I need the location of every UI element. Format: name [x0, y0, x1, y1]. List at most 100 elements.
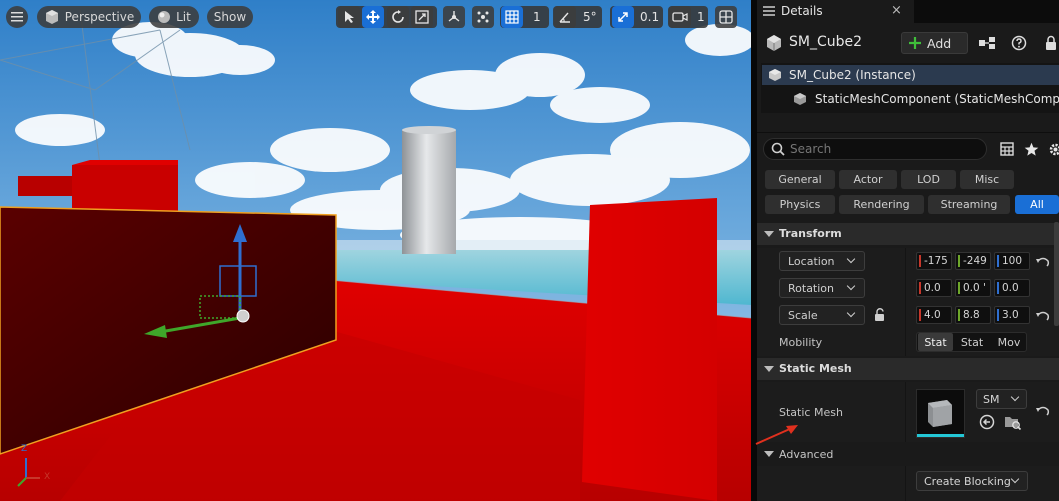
filter-all[interactable]: All	[1015, 195, 1059, 214]
scale-snap-toggle[interactable]	[612, 6, 634, 28]
filter-misc[interactable]: Misc	[960, 170, 1014, 189]
rotation-mode-dropdown[interactable]: Rotation	[779, 278, 865, 298]
level-viewport[interactable]: Z X Perspective Lit Show 1 5° 0.1 1	[0, 0, 751, 501]
filter-lod[interactable]: LOD	[901, 170, 956, 189]
lock-button[interactable]	[1039, 32, 1059, 54]
scale-tool-button[interactable]	[411, 6, 433, 28]
favorites-button[interactable]	[1019, 138, 1043, 160]
create-blocking-dropdown[interactable]: Create Blocking	[916, 471, 1028, 491]
scale-x-field[interactable]: 4.0	[916, 306, 952, 324]
location-z-field[interactable]: 100	[994, 252, 1030, 270]
static-mesh-asset-dropdown[interactable]: SM	[976, 389, 1027, 409]
lock-icon	[1046, 35, 1056, 50]
static-mesh-actor-icon	[767, 35, 781, 51]
tab-details-label: Details	[781, 4, 823, 18]
grid-snap-toggle[interactable]	[501, 6, 523, 28]
rotation-x-field[interactable]: 0.0	[916, 279, 952, 297]
browse-asset-icon[interactable]	[1004, 414, 1022, 430]
location-y-field[interactable]: -249	[955, 252, 991, 270]
chevron-down-icon	[764, 366, 774, 372]
rotation-y-field[interactable]: 0.0 '	[955, 279, 991, 297]
actor-header: SM_Cube2 Add	[757, 28, 1059, 58]
viewport-layout-button[interactable]	[715, 6, 737, 28]
scale-y-field[interactable]: 8.8	[955, 306, 991, 324]
blueprint-icon	[979, 37, 995, 49]
category-static-mesh-label: Static Mesh	[779, 362, 852, 375]
rotation-snap-value[interactable]: 5°	[583, 6, 597, 28]
camera-speed-button[interactable]	[669, 6, 691, 28]
angle-icon	[559, 12, 570, 23]
mobility-selector: Stat Stat Mov	[916, 332, 1027, 352]
scale-label: Scale	[788, 309, 818, 322]
camera-icon	[672, 12, 688, 22]
filter-physics[interactable]: Physics	[765, 195, 835, 214]
thumbnail-accent-bar	[917, 434, 964, 437]
category-static-mesh[interactable]: Static Mesh	[757, 358, 1059, 380]
camera-speed-value[interactable]: 1	[697, 6, 705, 28]
rotation-z-field[interactable]: 0.0	[994, 279, 1030, 297]
property-matrix-button[interactable]	[995, 138, 1019, 160]
reset-to-default-icon[interactable]	[1035, 309, 1051, 323]
column-splitter[interactable]	[905, 382, 906, 442]
chevron-down-icon	[1010, 392, 1020, 402]
column-splitter[interactable]	[905, 329, 906, 356]
unlock-icon[interactable]	[873, 308, 887, 322]
location-x-field[interactable]: -175	[916, 252, 952, 270]
column-splitter[interactable]	[905, 466, 906, 501]
static-mesh-thumbnail[interactable]	[916, 389, 965, 438]
component-label: SM_Cube2 (Instance)	[789, 68, 916, 82]
settings-button[interactable]	[1043, 138, 1059, 160]
search-input[interactable]	[790, 141, 980, 157]
scale-z-field[interactable]: 3.0	[994, 306, 1030, 324]
property-location: Location -175 -249 100	[757, 248, 1059, 275]
filter-actor[interactable]: Actor	[839, 170, 897, 189]
advanced-label: Advanced	[779, 448, 834, 461]
lit-button[interactable]: Lit	[149, 6, 199, 28]
perspective-label: Perspective	[64, 10, 135, 24]
perspective-button[interactable]: Perspective	[37, 6, 141, 28]
reset-to-default-icon[interactable]	[1035, 255, 1051, 269]
blueprint-button[interactable]	[975, 32, 999, 54]
component-item-staticmesh[interactable]: StaticMeshComponent (StaticMeshComponent…	[761, 89, 1059, 109]
details-tab-bar: Details ×	[757, 0, 1059, 23]
rotate-tool-button[interactable]	[387, 6, 409, 28]
property-rotation: Rotation 0.0 0.0 ' 0.0	[757, 275, 1059, 302]
category-advanced[interactable]: Advanced	[757, 443, 1059, 465]
mobility-movable-option[interactable]: Mov	[991, 333, 1027, 351]
column-splitter[interactable]	[905, 275, 906, 302]
mobility-static-option[interactable]: Stat	[918, 333, 953, 351]
static-mesh-component-icon	[794, 93, 806, 105]
scale-mode-dropdown[interactable]: Scale	[779, 305, 865, 325]
select-tool-button[interactable]	[338, 6, 360, 28]
rotation-label: Rotation	[788, 282, 835, 295]
reset-to-default-icon[interactable]	[1035, 404, 1051, 418]
world-space-icon	[448, 11, 460, 22]
mobility-stationary-option[interactable]: Stat	[954, 333, 990, 351]
rotation-snap-toggle[interactable]	[554, 6, 576, 28]
component-item-instance[interactable]: SM_Cube2 (Instance)	[762, 65, 1059, 85]
filter-general[interactable]: General	[765, 170, 835, 189]
column-splitter[interactable]	[905, 248, 906, 275]
show-button[interactable]: Show	[207, 6, 253, 28]
scale-snap-value[interactable]: 0.1	[640, 6, 659, 28]
use-selected-asset-icon[interactable]	[979, 414, 995, 430]
location-mode-dropdown[interactable]: Location	[779, 251, 865, 271]
viewport-menu-button[interactable]	[6, 6, 28, 28]
surface-snap-button[interactable]	[472, 6, 494, 28]
category-transform[interactable]: Transform	[757, 223, 1059, 245]
lit-sphere-icon	[158, 11, 171, 23]
tab-details[interactable]: Details ×	[757, 0, 914, 23]
filter-rendering[interactable]: Rendering	[839, 195, 924, 214]
help-button[interactable]	[1007, 32, 1031, 54]
filter-streaming[interactable]: Streaming	[928, 195, 1010, 214]
tab-close-icon[interactable]: ×	[891, 3, 902, 18]
grid-snap-value[interactable]: 1	[533, 6, 541, 28]
scene-render	[0, 0, 751, 501]
details-search[interactable]	[763, 138, 987, 160]
column-splitter[interactable]	[905, 302, 906, 329]
details-scrollbar[interactable]	[1054, 222, 1059, 326]
lit-label: Lit	[176, 10, 191, 24]
add-component-button[interactable]: Add	[901, 32, 968, 54]
translate-tool-button[interactable]	[362, 6, 384, 28]
world-local-button[interactable]	[443, 6, 465, 28]
